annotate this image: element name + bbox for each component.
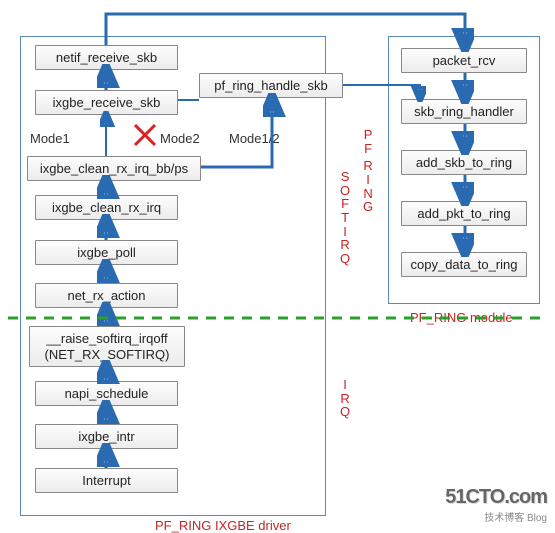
node-ixgbe-clean-rx-irq: ixgbe_clean_rx_irq <box>35 195 178 220</box>
node-napi-schedule: napi_schedule <box>35 381 178 406</box>
node-add-skb-to-ring: add_skb_to_ring <box>401 150 527 175</box>
label-mode12: Mode1/2 <box>229 131 280 146</box>
watermark-main: 51CTO.com <box>445 486 547 509</box>
node-ixgbe-clean-rx-irq-bb-ps: ixgbe_clean_rx_irq_bb/ps <box>27 156 201 181</box>
node-ixgbe-poll: ixgbe_poll <box>35 240 178 265</box>
node-netif-receive-skb: netif_receive_skb <box>35 45 178 70</box>
node-net-rx-action: net_rx_action <box>35 283 178 308</box>
label-pfring-module: PF_RING module <box>410 310 513 325</box>
label-mode2: Mode2 <box>160 131 200 146</box>
node-skb-ring-handler: skb_ring_handler <box>401 99 527 124</box>
label-softirq-vertical: SOFTIRQ <box>340 170 350 265</box>
label-mode1: Mode1 <box>30 131 70 146</box>
node-ixgbe-intr: ixgbe_intr <box>35 424 178 449</box>
label-driver: PF_RING IXGBE driver <box>155 518 291 533</box>
label-pfring-vertical: PFRING <box>363 128 373 214</box>
node-raise-softirq: __raise_softirq_irqoff (NET_RX_SOFTIRQ) <box>29 326 185 367</box>
node-copy-data-to-ring: copy_data_to_ring <box>401 252 527 277</box>
watermark: 51CTO.com 技术博客 Blog <box>445 486 547 524</box>
label-irq-vertical: IRQ <box>340 378 350 419</box>
cross-mode2-icon <box>134 124 156 146</box>
node-add-pkt-to-ring: add_pkt_to_ring <box>401 201 527 226</box>
node-interrupt: Interrupt <box>35 468 178 493</box>
node-pf-ring-handle-skb: pf_ring_handle_skb <box>199 73 343 98</box>
node-ixgbe-receive-skb: ixgbe_receive_skb <box>35 90 178 115</box>
node-packet-rcv: packet_rcv <box>401 48 527 73</box>
watermark-sub: 技术博客 Blog <box>445 509 547 524</box>
